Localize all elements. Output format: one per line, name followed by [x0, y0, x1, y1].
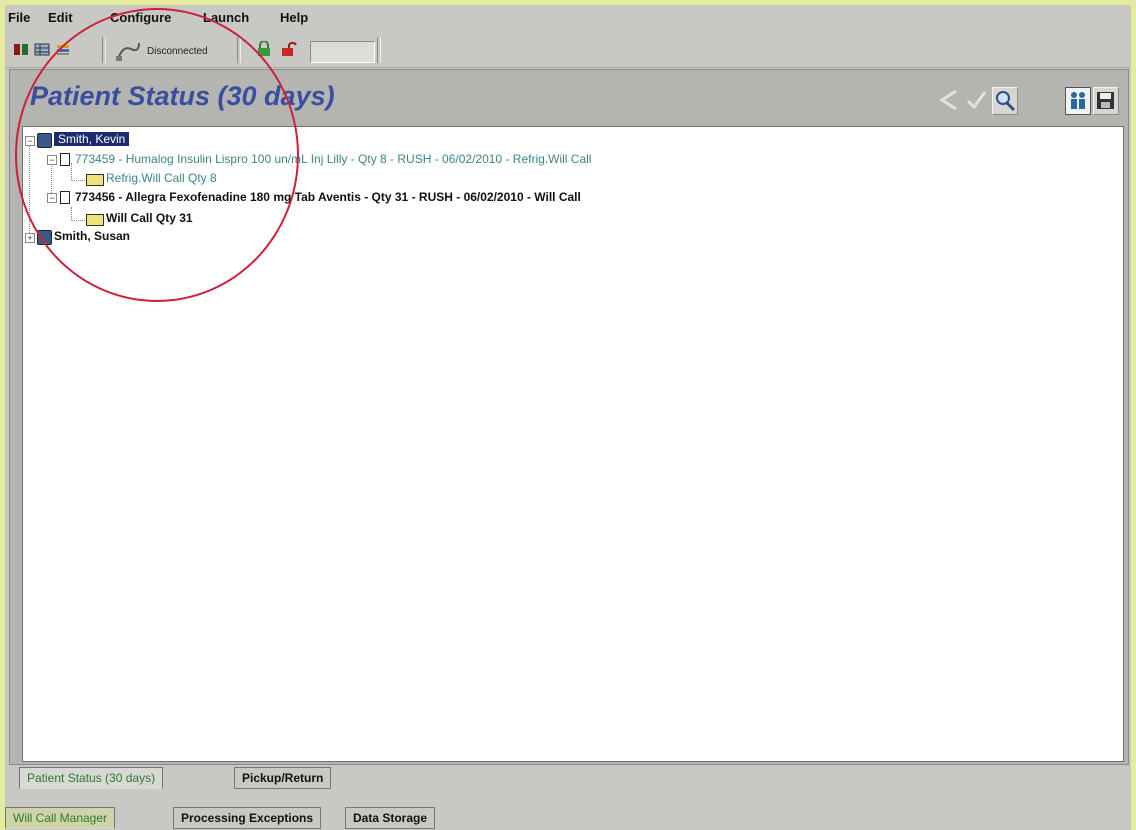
tree-node-prescription[interactable]: 773456 - Allegra Fexofenadine 180 mg Tab…: [75, 189, 581, 205]
tree-connector: [71, 163, 72, 181]
tab-pickup-return[interactable]: Pickup/Return: [234, 767, 332, 789]
toolbar-separator: [102, 37, 106, 63]
save-icon[interactable]: [1093, 87, 1119, 115]
menu-edit[interactable]: Edit: [48, 10, 73, 25]
tab-data-storage[interactable]: Data Storage: [345, 807, 436, 829]
collapse-toggle[interactable]: −: [25, 136, 35, 146]
magnify-icon[interactable]: [992, 87, 1018, 115]
patient-icon: [37, 230, 52, 245]
menu-launch[interactable]: Launch: [203, 10, 249, 25]
collapse-toggle[interactable]: −: [47, 155, 57, 165]
menu-help[interactable]: Help: [280, 10, 308, 25]
tree-connector: [71, 220, 85, 221]
people-icon[interactable]: [1065, 87, 1091, 115]
prescription-icon: [60, 153, 70, 166]
toolbar-separator: [237, 37, 241, 63]
check-icon[interactable]: [964, 87, 988, 113]
tab-will-call-manager[interactable]: Will Call Manager: [5, 807, 116, 829]
tree-connector: [71, 207, 72, 221]
tab-patient-status[interactable]: Patient Status (30 days): [19, 767, 164, 789]
menu-file[interactable]: File: [8, 10, 30, 25]
collapse-toggle[interactable]: −: [47, 193, 57, 203]
tree-connector: [71, 180, 85, 181]
stack-icon[interactable]: [55, 43, 71, 56]
prescription-icon: [60, 191, 70, 204]
toolbar-separator: [377, 37, 381, 63]
tab-processing-exceptions[interactable]: Processing Exceptions: [173, 807, 322, 829]
patient-tree[interactable]: − Smith, Kevin − 773459 - Humalog Insuli…: [22, 126, 1124, 762]
connection-plug-icon[interactable]: [115, 39, 141, 63]
back-arrow-icon[interactable]: [936, 87, 960, 113]
will-call-bin-icon: [86, 174, 104, 186]
menu-configure[interactable]: Configure: [110, 10, 171, 25]
tree-node-prescription[interactable]: 773459 - Humalog Insulin Lispro 100 un/m…: [75, 151, 591, 167]
patient-icon: [37, 133, 52, 148]
connection-status-label: Disconnected: [147, 46, 208, 57]
toolbar-text-field[interactable]: [310, 41, 375, 63]
grid-icon[interactable]: [34, 43, 50, 56]
expand-toggle[interactable]: +: [25, 233, 35, 243]
patient-name: Smith, Kevin: [54, 132, 130, 146]
tree-node-patient-kevin[interactable]: Smith, Kevin: [54, 131, 130, 147]
lock-closed-icon[interactable]: [257, 40, 271, 57]
application-window: File Edit Configure Launch Help Disconne…: [5, 5, 1131, 830]
tree-node-patient-susan[interactable]: Smith, Susan: [54, 228, 130, 244]
tree-connector: [29, 141, 30, 233]
will-call-bin-icon: [86, 214, 104, 226]
tree-node-location[interactable]: Refrig.Will Call Qty 8: [106, 170, 217, 186]
panel-title: Patient Status (30 days): [30, 81, 335, 111]
menu-bar: File Edit Configure Launch Help: [5, 5, 1131, 29]
tree-node-location[interactable]: Will Call Qty 31: [106, 210, 193, 226]
lock-open-icon[interactable]: [281, 41, 297, 57]
open-book-icon[interactable]: [13, 43, 29, 56]
toolbar: Disconnected: [5, 33, 1131, 68]
patient-status-panel: Patient Status (30 days) − Smith, Kevin …: [9, 69, 1129, 765]
